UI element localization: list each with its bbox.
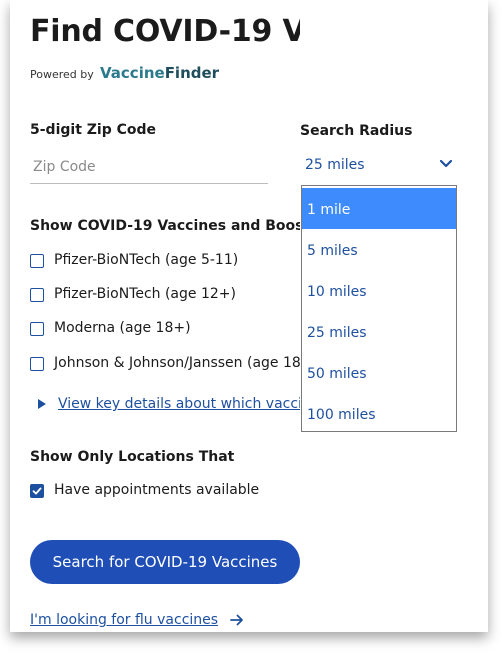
- checkbox-checked-icon[interactable]: [30, 484, 44, 498]
- checkbox-icon[interactable]: [30, 254, 44, 268]
- vaccine-details-link[interactable]: View key details about which vaccines: [58, 396, 300, 412]
- vaccinefinder-logo: VaccineFinder: [100, 64, 219, 82]
- radius-option-25-miles[interactable]: 25 miles: [302, 311, 456, 352]
- search-radius-dropdown: 1 mile 5 miles 10 miles 25 miles 50 mile…: [301, 185, 457, 432]
- logo-part-finder: Finder: [164, 64, 220, 82]
- radius-option-100-miles[interactable]: 100 miles: [302, 393, 456, 434]
- vaccine-option-label: Johnson & Johnson/Janssen (age 18+): [54, 355, 300, 371]
- checkbox-icon[interactable]: [30, 322, 44, 336]
- logo-part-vaccine: Vaccine: [100, 64, 165, 82]
- checkbox-icon[interactable]: [30, 288, 44, 302]
- radius-option-50-miles[interactable]: 50 miles: [302, 352, 456, 393]
- radius-option-5-miles[interactable]: 5 miles: [302, 229, 456, 270]
- vaccine-option-label: Pfizer-BioNTech (age 12+): [54, 286, 236, 302]
- search-vaccines-button[interactable]: Search for COVID-19 Vaccines: [30, 540, 300, 584]
- checkmark-icon: [32, 487, 42, 495]
- locations-filter-heading: Show Only Locations That: [30, 449, 235, 465]
- chevron-down-icon[interactable]: [439, 156, 453, 170]
- checkbox-icon[interactable]: [30, 357, 44, 371]
- radius-option-1-mile[interactable]: 1 mile: [302, 188, 456, 229]
- radius-option-10-miles[interactable]: 10 miles: [302, 270, 456, 311]
- zip-code-label: 5-digit Zip Code: [30, 122, 157, 138]
- powered-by-label: Powered by: [30, 68, 94, 81]
- main-content: Find COVID-19 Vaccines Powered by Vaccin…: [0, 0, 300, 632]
- page-title: Find COVID-19 Vaccines: [30, 14, 300, 49]
- vaccines-heading: Show COVID-19 Vaccines and Boosters: [30, 218, 300, 234]
- search-radius-select[interactable]: 25 miles: [300, 150, 460, 180]
- arrow-right-icon[interactable]: [230, 613, 244, 627]
- zip-code-input[interactable]: [30, 150, 268, 184]
- search-radius-label: Search Radius: [300, 123, 413, 139]
- flu-vaccines-link[interactable]: I'm looking for flu vaccines: [30, 612, 218, 628]
- search-radius-value: 25 miles: [305, 157, 365, 173]
- vaccine-option-label: Pfizer-BioNTech (age 5-11): [54, 252, 239, 268]
- appointments-available-label: Have appointments available: [54, 482, 260, 498]
- triangle-right-icon[interactable]: [38, 399, 46, 409]
- vaccine-option-label: Moderna (age 18+): [54, 320, 191, 336]
